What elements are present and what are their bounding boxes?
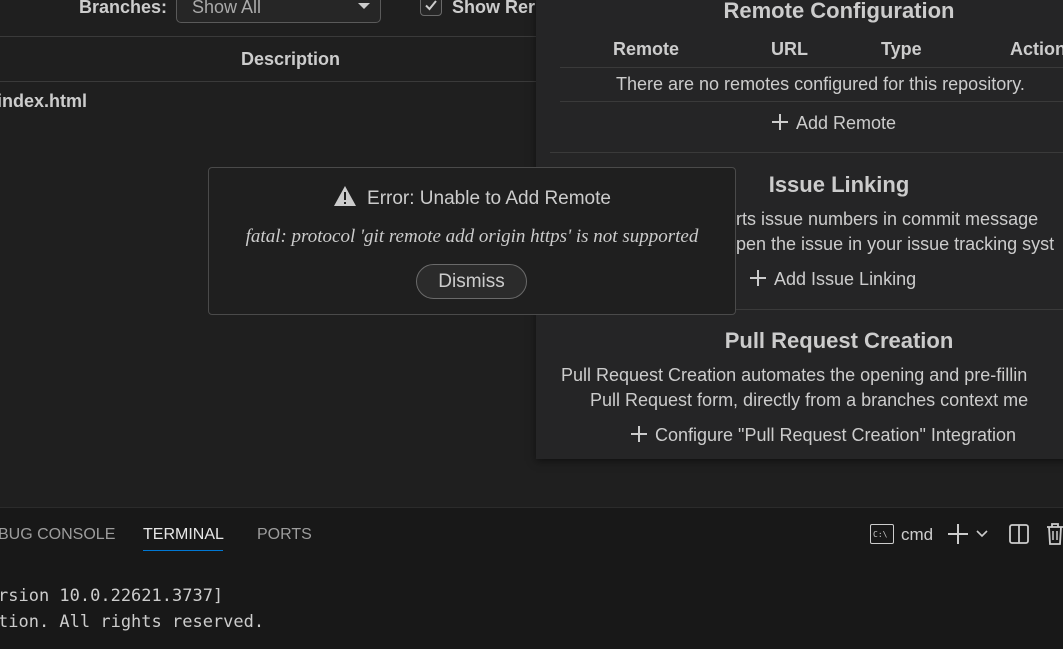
remote-configuration-title: Remote Configuration (723, 0, 955, 23)
type-column-header: Type (881, 39, 922, 59)
error-dialog: Error: Unable to Add Remote fatal: proto… (208, 167, 736, 315)
issue-linking-description-line2: pen the issue in your issue tracking sys… (736, 234, 1055, 254)
section-divider (550, 152, 1063, 153)
pull-request-description-line2: Pull Request form, directly from a branc… (590, 390, 1029, 410)
configure-pull-request-button[interactable]: Configure "Pull Request Creation" Integr… (631, 425, 1016, 446)
remote-column-header: Remote (613, 39, 680, 59)
chevron-down-icon (976, 530, 988, 538)
chevron-down-icon (358, 3, 370, 9)
error-message: fatal: protocol 'git remote add origin h… (245, 226, 699, 247)
url-column-header: URL (771, 39, 808, 59)
active-tab-indicator (143, 550, 223, 551)
add-issue-linking-label: Add Issue Linking (774, 269, 917, 289)
issue-linking-description-line1: rts issue numbers in commit message (736, 209, 1039, 229)
error-title-row: Error: Unable to Add Remote (209, 185, 735, 210)
tab-debug-console[interactable]: BUG CONSOLE (0, 526, 115, 544)
no-remotes-message: There are no remotes configured for this… (616, 74, 1025, 94)
terminal-output-line: tion. All rights reserved. (0, 612, 265, 632)
description-column-header: Description (241, 49, 341, 69)
pull-request-description-line1: Pull Request Creation automates the open… (561, 365, 1028, 385)
plus-icon (631, 426, 647, 442)
pull-request-creation-title: Pull Request Creation (724, 328, 954, 353)
app-window: Branches: Show All Show Rer Description … (0, 0, 1063, 649)
warning-triangle-icon (334, 186, 357, 206)
add-remote-button[interactable]: Add Remote (772, 113, 896, 134)
remote-table-empty-row: There are no remotes configured for this… (560, 68, 1063, 102)
bottom-panel: BUG CONSOLE TERMINAL PORTS C:\ cmd rsion… (0, 507, 1063, 649)
remote-table-header: Remote URL Type Action (560, 37, 1063, 68)
plus-icon (772, 114, 788, 130)
trash-icon (1047, 523, 1063, 545)
new-terminal-button[interactable] (946, 522, 970, 551)
plus-icon (750, 270, 766, 286)
tab-ports[interactable]: PORTS (257, 526, 312, 544)
add-remote-label: Add Remote (796, 113, 897, 133)
show-remote-branches-label: Show Rer (452, 0, 536, 17)
terminal-profile-label: cmd (901, 525, 934, 544)
branches-label: Branches: (79, 0, 168, 17)
split-terminal-icon (1009, 524, 1029, 544)
terminal-icon: C:\ (870, 524, 894, 544)
error-title: Error: Unable to Add Remote (367, 188, 611, 209)
split-terminal-button[interactable] (1008, 523, 1030, 550)
check-icon (425, 0, 437, 11)
terminal-profiles-dropdown[interactable] (975, 527, 989, 545)
action-column-header: Action (1010, 39, 1063, 59)
kill-terminal-button[interactable] (1045, 522, 1063, 551)
branches-dropdown[interactable]: Show All (176, 0, 381, 23)
branches-dropdown-value: Show All (192, 0, 262, 17)
commit-table-header: Description (0, 37, 560, 82)
plus-icon (948, 524, 968, 544)
tab-terminal[interactable]: TERMINAL (143, 526, 224, 544)
show-remote-branches-checkbox[interactable] (420, 0, 442, 16)
configure-pull-request-label: Configure "Pull Request Creation" Integr… (655, 425, 1016, 445)
commit-row[interactable]: index.html (0, 91, 87, 112)
add-issue-linking-button[interactable]: Add Issue Linking (750, 269, 916, 290)
terminal-icon-glyph: C:\ (873, 530, 888, 539)
terminal-output-line: rsion 10.0.22621.3737] (0, 586, 224, 606)
dismiss-button[interactable]: Dismiss (416, 264, 527, 299)
